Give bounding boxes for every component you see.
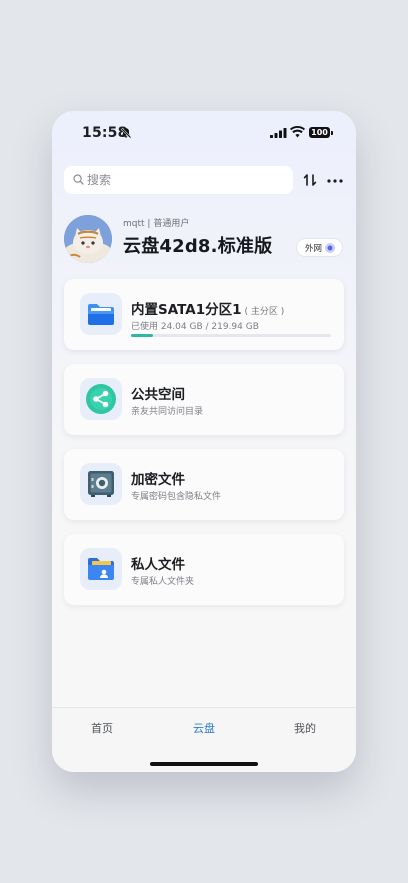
search-bar[interactable] <box>64 166 293 194</box>
battery-icon: 100 <box>309 127 333 138</box>
network-badge[interactable]: 外网 <box>296 238 343 257</box>
card-title: 内置SATA1分区1( 主分区 ) <box>131 298 284 318</box>
avatar[interactable] <box>64 215 112 263</box>
storage-progress-bar <box>131 334 331 337</box>
card-subtitle: 专属密码包含隐私文件 <box>131 492 222 502</box>
user-meta: mqtt | 普通用户 <box>123 216 189 229</box>
storage-progress-fill <box>131 334 153 337</box>
card-title: 加密文件 <box>131 472 185 488</box>
share-icon <box>80 378 122 420</box>
partition-tag: ( 主分区 ) <box>244 307 285 317</box>
username: mqtt <box>123 219 145 229</box>
card-title: 私人文件 <box>131 557 185 573</box>
network-label: 外网 <box>305 244 323 254</box>
status-bar: 15:58 100 <box>52 111 356 155</box>
more-icon[interactable] <box>327 179 343 183</box>
home-indicator <box>150 762 258 766</box>
tab-cloud[interactable]: 云盘 <box>174 720 234 736</box>
card-title-text: 内置SATA1分区1 <box>131 302 242 318</box>
safe-icon <box>80 463 122 505</box>
meta-separator: | <box>147 219 151 229</box>
wifi-icon <box>290 126 305 138</box>
tab-mine[interactable]: 我的 <box>275 720 335 736</box>
tab-home[interactable]: 首页 <box>72 720 132 736</box>
card-subtitle: 专属私人文件夹 <box>131 577 195 587</box>
folder-icon <box>80 293 122 335</box>
phone-screen: 15:58 100 搜索 mqtt | 普通用户 云盘42d8.标准版 外网 内… <box>52 111 356 772</box>
storage-usage-text: 已使用 24.04 GB / 219.94 GB <box>131 322 259 332</box>
search-icon <box>73 174 84 185</box>
disk-name: 云盘42d8.标准版 <box>123 236 273 257</box>
private-files-card[interactable]: 私人文件 专属私人文件夹 <box>64 534 344 605</box>
storage-card-sata[interactable]: 内置SATA1分区1( 主分区 ) 已使用 24.04 GB / 219.94 … <box>64 279 344 350</box>
sort-icon[interactable] <box>303 173 317 187</box>
mute-bell-icon <box>120 127 132 139</box>
card-subtitle: 亲友共同访问目录 <box>131 407 204 417</box>
private-folder-icon <box>80 548 122 590</box>
card-title: 公共空间 <box>131 387 185 403</box>
network-status-icon <box>325 243 335 253</box>
public-space-card[interactable]: 公共空间 亲友共同访问目录 <box>64 364 344 435</box>
cat-avatar-image <box>64 215 112 263</box>
signal-icon <box>270 128 287 138</box>
search-input[interactable] <box>87 166 287 194</box>
user-role: 普通用户 <box>153 219 190 229</box>
encrypted-files-card[interactable]: 加密文件 专属密码包含隐私文件 <box>64 449 344 520</box>
